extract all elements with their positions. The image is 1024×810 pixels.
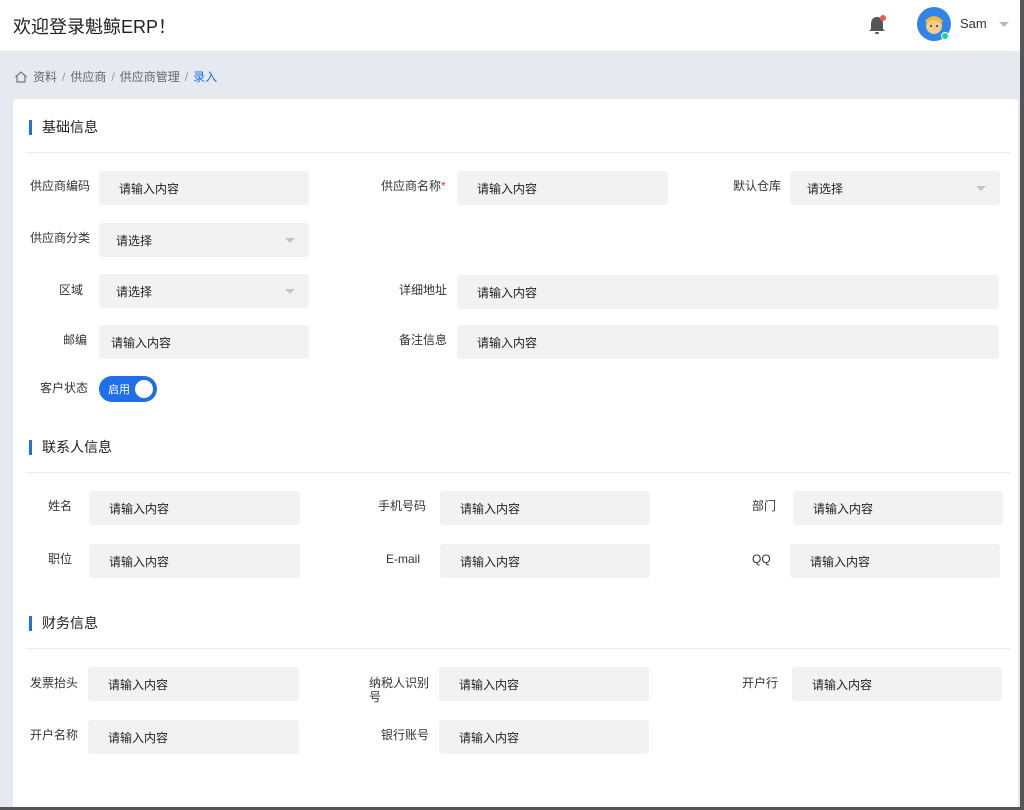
required-mark: * [441,179,446,193]
select-value: 请选择 [116,233,153,248]
chevron-down-icon [976,186,986,191]
section-accent-bar [29,439,32,455]
select-value: 请选择 [116,284,153,299]
remark-input[interactable]: 请输入内容 [457,325,999,359]
supplier-name-input[interactable]: 请输入内容 [457,171,668,205]
mobile-input[interactable]: 请输入内容 [440,491,650,525]
section-finance-info: 财务信息 [29,613,98,633]
label-name: 姓名 [48,499,73,513]
account-no-input[interactable]: 请输入内容 [439,720,649,754]
supplier-category-select[interactable]: 请选择 [99,223,309,257]
label-department: 部门 [752,499,777,513]
label-remark: 备注信息 [399,333,448,347]
breadcrumb-separator: / [111,69,115,84]
form-panel: 基础信息 供应商编码 请输入内容 供应商名称* 请输入内容 默认仓库 请选择 供… [13,99,1018,810]
qq-input[interactable]: 请输入内容 [790,544,1000,578]
label-region: 区域 [59,283,84,297]
address-input[interactable]: 请输入内容 [457,275,999,309]
contact-name-input[interactable]: 请输入内容 [89,491,300,525]
account-name-input[interactable]: 请输入内容 [88,720,299,754]
label-postcode: 邮编 [63,333,88,347]
default-warehouse-select[interactable]: 请选择 [790,171,1000,205]
breadcrumb-separator: / [62,69,66,84]
user-name[interactable]: Sam [960,16,987,31]
label-supplier-name: 供应商名称* [381,179,446,193]
postcode-input[interactable]: 请输入内容 [99,325,309,359]
breadcrumb: 资料 / 供应商 / 供应商管理 / 录入 [14,68,217,85]
label-email: E-mail [386,552,421,566]
department-input[interactable]: 请输入内容 [793,491,1003,525]
divider [26,472,1011,473]
label-address: 详细地址 [399,283,448,297]
online-status-dot [941,32,949,40]
breadcrumb-item-supplier-management[interactable]: 供应商管理 [120,68,180,85]
section-title: 联系人信息 [42,439,112,455]
customer-status-toggle[interactable]: 启用 [99,376,157,402]
toggle-label: 启用 [108,384,130,396]
label-account-name: 开户名称 [30,728,79,742]
label-customer-status: 客户状态 [40,381,89,395]
top-bar: 欢迎登录魁鲸ERP！ Sam [0,0,1024,52]
label-invoice-title: 发票抬头 [30,676,79,690]
label-account-no: 银行账号 [381,728,430,742]
region-select[interactable]: 请选择 [99,274,309,308]
position-input[interactable]: 请输入内容 [89,544,300,578]
toggle-knob [135,380,153,398]
label-bank: 开户行 [742,676,779,690]
label-position: 职位 [48,552,73,566]
app-title: 欢迎登录魁鲸ERP！ [13,17,177,37]
invoice-title-input[interactable]: 请输入内容 [88,667,299,701]
breadcrumb-current: 录入 [193,70,218,84]
section-accent-bar [29,615,32,631]
section-accent-bar [29,119,32,135]
section-contact-info: 联系人信息 [29,437,112,457]
bank-input[interactable]: 请输入内容 [792,667,1002,701]
chevron-down-icon [285,289,295,294]
section-title: 基础信息 [42,119,98,135]
supplier-code-input[interactable]: 请输入内容 [99,171,309,205]
breadcrumb-item-supplier[interactable]: 供应商 [70,68,106,85]
breadcrumb-separator: / [184,69,189,84]
label-default-warehouse: 默认仓库 [733,179,782,193]
notification-bell-icon[interactable] [866,14,888,36]
breadcrumb-item-data[interactable]: 资料 [33,68,57,85]
section-basic-info: 基础信息 [29,117,98,137]
divider [26,152,1011,153]
email-input[interactable]: 请输入内容 [440,544,650,578]
label-qq: QQ [752,552,771,566]
section-title: 财务信息 [42,615,98,631]
select-value: 请选择 [807,181,844,196]
chevron-down-icon [285,238,295,243]
taxpayer-id-input[interactable]: 请输入内容 [439,667,649,701]
label-text: 供应商名称 [381,179,442,193]
label-supplier-code: 供应商编码 [30,179,91,193]
label-taxpayer-id: 纳税人识别号 [369,676,430,704]
user-menu-chevron-down-icon[interactable] [999,22,1009,27]
label-supplier-category: 供应商分类 [30,231,91,245]
window-edge [1020,0,1024,810]
divider [26,648,1011,649]
home-icon[interactable] [14,70,28,84]
label-mobile: 手机号码 [378,499,427,513]
